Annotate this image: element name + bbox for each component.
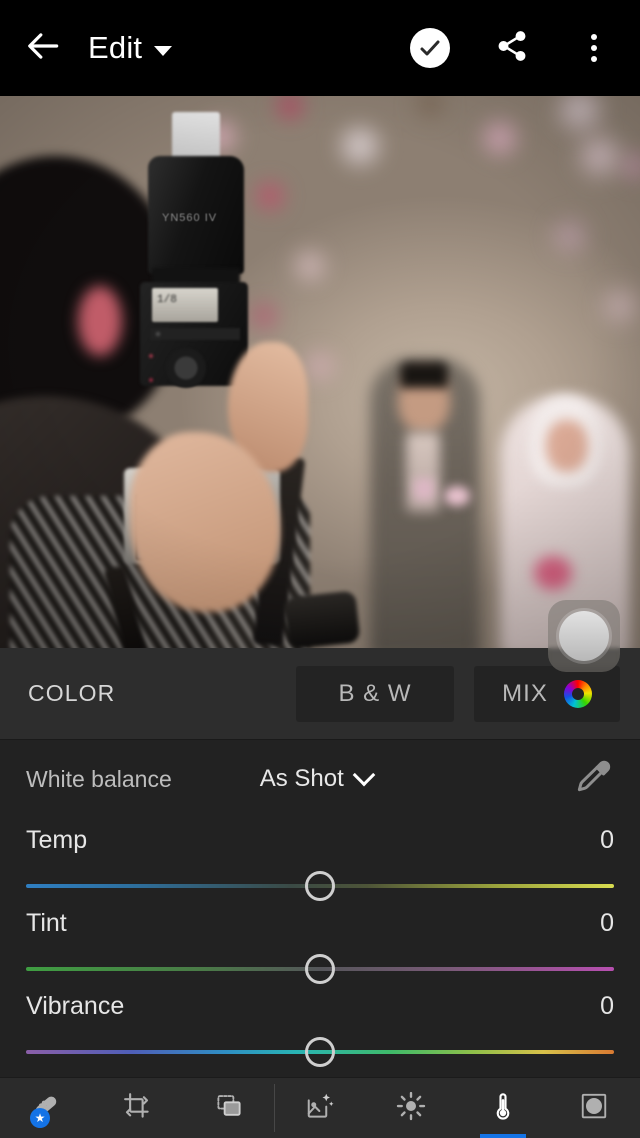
bw-toggle-button[interactable]: B & W — [296, 665, 454, 722]
toolbar-item-light[interactable] — [366, 1078, 457, 1138]
eyedropper-button[interactable] — [572, 758, 614, 800]
page-title: Edit — [88, 30, 143, 65]
arrow-left-icon — [25, 27, 63, 70]
photo-groom-corsage — [444, 486, 470, 506]
back-button[interactable] — [12, 16, 76, 80]
white-balance-value: As Shot — [259, 765, 344, 792]
presets-sparkle-icon — [305, 1091, 335, 1126]
photo-flash-buttons — [150, 328, 240, 340]
mix-button[interactable]: MIX — [474, 665, 620, 722]
toolbar-item-effects[interactable] — [549, 1078, 640, 1138]
slider-tint-value: 0 — [600, 909, 614, 937]
vignette-effects-icon — [579, 1091, 609, 1126]
photo-image: YN560 IV 1/8 — [0, 96, 640, 648]
slider-vibrance-value: 0 — [600, 992, 614, 1020]
versions-layers-icon — [214, 1091, 244, 1126]
slider-tint-track-wrap[interactable] — [26, 954, 614, 984]
slider-temp: Temp 0 — [0, 826, 640, 901]
slider-vibrance: Vibrance 0 — [0, 992, 640, 1067]
photo-flash-label: YN560 IV — [162, 212, 218, 224]
overflow-menu-button[interactable] — [562, 16, 626, 80]
toolbar-item-versions[interactable] — [183, 1078, 276, 1138]
slider-tint: Tint 0 — [0, 909, 640, 984]
photo-bride-bouquet — [534, 556, 572, 590]
top-app-bar: Edit — [0, 0, 640, 96]
photo-preview[interactable]: YN560 IV 1/8 — [0, 96, 640, 648]
photo-flash-leds — [146, 350, 156, 398]
photo-flowers-right — [530, 106, 640, 386]
photo-bride-face — [546, 420, 588, 472]
bottom-toolbar: ★ — [0, 1077, 640, 1138]
mix-label: MIX — [502, 679, 548, 707]
slider-temp-head: Temp 0 — [26, 826, 614, 855]
color-panel-header: COLOR B & W MIX — [0, 648, 640, 740]
active-tab-indicator — [479, 1134, 526, 1138]
photo-groom-shirt — [406, 432, 440, 512]
slider-temp-label: Temp — [26, 826, 88, 854]
check-circle-icon — [410, 28, 450, 68]
color-wheel-icon — [563, 679, 592, 708]
slider-temp-track-wrap[interactable] — [26, 871, 614, 901]
thermometer-icon — [488, 1091, 518, 1126]
slider-temp-value: 0 — [600, 826, 614, 854]
toolbar-item-crop[interactable] — [91, 1078, 182, 1138]
photo-wrist-watch — [283, 590, 361, 648]
photo-groom-tie — [414, 478, 434, 500]
photo-flash-lcd: 1/8 — [152, 288, 218, 322]
slider-tint-knob[interactable] — [305, 954, 335, 984]
share-button[interactable] — [480, 16, 544, 80]
premium-star-badge: ★ — [30, 1108, 50, 1128]
color-panel-title: COLOR — [28, 680, 116, 706]
slider-tint-head: Tint 0 — [26, 909, 614, 938]
slider-vibrance-head: Vibrance 0 — [26, 992, 614, 1021]
white-balance-dropdown[interactable]: As Shot — [259, 763, 376, 793]
overflow-menu-icon — [591, 34, 597, 62]
done-button[interactable] — [398, 16, 462, 80]
before-after-icon — [559, 611, 609, 661]
slider-temp-knob[interactable] — [305, 871, 335, 901]
toolbar-item-healing[interactable]: ★ — [0, 1078, 91, 1138]
bw-toggle-label: B & W — [338, 679, 412, 707]
photo-flash-dpad — [166, 348, 206, 388]
toolbar-item-presets[interactable] — [274, 1078, 365, 1138]
photo-flash-lcd-value: 1/8 — [157, 294, 177, 306]
white-balance-label: White balance — [26, 765, 172, 792]
light-sun-icon — [396, 1091, 426, 1126]
slider-tint-label: Tint — [26, 909, 67, 937]
slider-vibrance-label: Vibrance — [26, 992, 125, 1020]
lightroom-edit-screen: Edit YN560 IV 1/8 COLOR B & W MIX White … — [0, 0, 640, 1138]
toolbar-item-color[interactable] — [457, 1078, 548, 1138]
chevron-down-icon — [352, 763, 376, 787]
slider-vibrance-knob[interactable] — [305, 1037, 335, 1067]
color-adjustments-panel: White balance As Shot Temp 0 Tint 0 Vibr… — [0, 740, 640, 1078]
chevron-down-icon — [154, 46, 173, 56]
before-after-button[interactable] — [548, 600, 620, 672]
slider-vibrance-track-wrap[interactable] — [26, 1037, 614, 1067]
photo-photographer-ear — [78, 286, 122, 356]
photo-groom-cap — [400, 362, 448, 388]
white-balance-row: White balance As Shot — [0, 740, 640, 818]
share-icon — [495, 29, 529, 68]
edit-mode-dropdown[interactable]: Edit — [88, 16, 173, 80]
crop-rotate-icon — [122, 1091, 152, 1126]
